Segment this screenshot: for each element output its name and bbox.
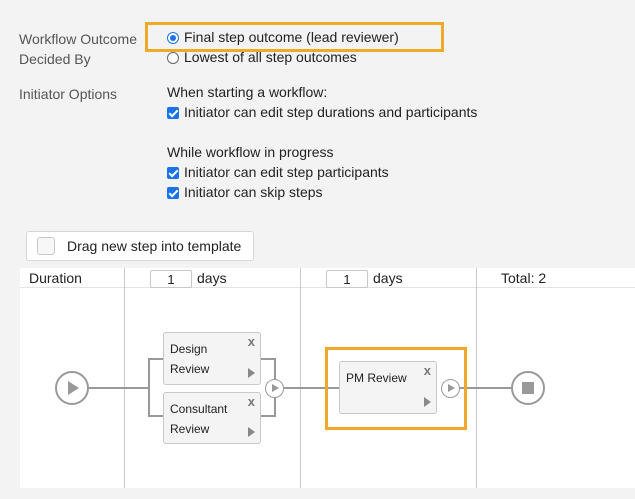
stage-divider xyxy=(476,268,477,488)
checkbox-skip-steps-label: Initiator can skip steps xyxy=(184,184,323,200)
radio-button-final-step[interactable] xyxy=(167,32,179,44)
step-title-line1: PM Review xyxy=(346,371,407,385)
connector-line xyxy=(148,415,164,417)
step-title: PM Review xyxy=(346,368,416,388)
stage1-duration-input[interactable]: 1 xyxy=(150,270,192,288)
drag-handle-icon[interactable] xyxy=(37,237,55,255)
connector-line xyxy=(88,387,148,389)
merge-node-icon[interactable] xyxy=(265,379,284,398)
checkbox-edit-durations[interactable]: Initiator can edit step durations and pa… xyxy=(167,102,477,122)
step-card-consultant-review[interactable]: Consultant Review x xyxy=(163,392,261,444)
drag-new-step-button[interactable]: Drag new step into template xyxy=(26,231,254,261)
checkbox-icon[interactable] xyxy=(167,187,179,199)
expand-step-icon[interactable] xyxy=(248,427,255,437)
connector-line xyxy=(148,358,150,417)
play-icon xyxy=(68,381,79,395)
start-node-icon[interactable] xyxy=(55,371,89,405)
workflow-outcome-label: Workflow Outcome Decided By xyxy=(19,29,137,69)
end-node-icon[interactable] xyxy=(511,371,545,405)
radio-final-step-label: Final step outcome (lead reviewer) xyxy=(184,29,399,45)
step-title: Design Review xyxy=(170,339,240,379)
step-title: Consultant Review xyxy=(170,399,240,439)
play-icon xyxy=(448,384,455,392)
radio-final-step[interactable]: Final step outcome (lead reviewer) xyxy=(167,27,399,47)
starting-heading: When starting a workflow: xyxy=(167,84,328,100)
step-card-design-review[interactable]: Design Review x xyxy=(163,332,261,385)
checkbox-edit-durations-label: Initiator can edit step durations and pa… xyxy=(184,104,478,120)
step-title-line1: Design xyxy=(170,342,208,356)
stage2-duration-input[interactable]: 1 xyxy=(326,270,368,288)
step-title-line2: Review xyxy=(170,362,210,376)
stage-divider xyxy=(300,268,301,488)
connector-line xyxy=(148,358,164,360)
duration-label: Duration xyxy=(29,270,82,286)
workflow-outcome-label-line1: Workflow Outcome xyxy=(19,31,137,47)
stop-icon xyxy=(522,382,534,394)
step-card-pm-review[interactable]: PM Review x xyxy=(339,361,437,414)
step-title-line1: Consultant xyxy=(170,402,228,416)
initiator-options-label: Initiator Options xyxy=(19,86,118,102)
remove-step-icon[interactable]: x xyxy=(248,394,255,409)
radio-lowest-outcome[interactable]: Lowest of all step outcomes xyxy=(167,47,357,67)
drag-new-step-label: Drag new step into template xyxy=(67,238,242,254)
expand-step-icon[interactable] xyxy=(248,368,255,378)
stage1-days-label: days xyxy=(197,270,227,286)
expand-step-icon[interactable] xyxy=(424,397,431,407)
checkbox-skip-steps[interactable]: Initiator can skip steps xyxy=(167,182,323,202)
workflow-outcome-label-line2: Decided By xyxy=(19,51,91,67)
checkbox-edit-participants-label: Initiator can edit step participants xyxy=(184,164,389,180)
checkbox-edit-participants[interactable]: Initiator can edit step participants xyxy=(167,162,389,182)
radio-lowest-label: Lowest of all step outcomes xyxy=(184,49,357,65)
checkbox-icon[interactable] xyxy=(167,167,179,179)
stage2-days-label: days xyxy=(373,270,403,286)
progress-heading: While workflow in progress xyxy=(167,144,334,160)
play-icon xyxy=(272,384,279,392)
step-title-line2: Review xyxy=(170,422,210,436)
remove-step-icon[interactable]: x xyxy=(248,334,255,349)
total-duration: Total: 2 xyxy=(501,270,547,286)
stage-divider xyxy=(124,268,125,488)
remove-step-icon[interactable]: x xyxy=(424,363,431,378)
checkbox-icon[interactable] xyxy=(167,107,179,119)
next-node-icon[interactable] xyxy=(441,379,460,398)
radio-button-lowest[interactable] xyxy=(167,52,179,64)
